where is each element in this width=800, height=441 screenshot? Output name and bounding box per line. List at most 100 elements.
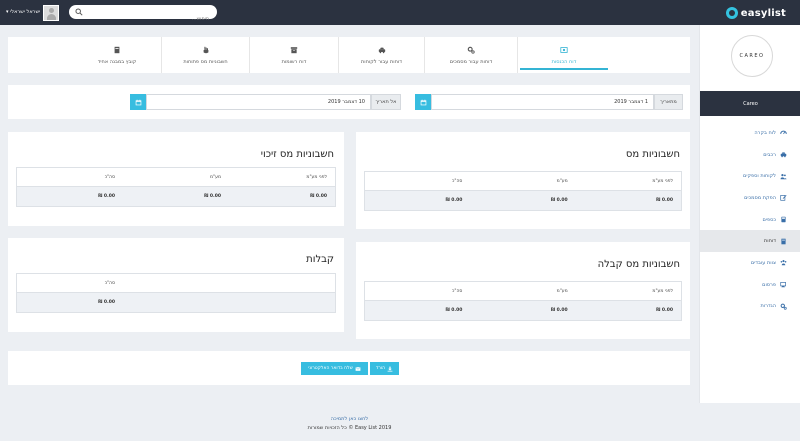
user-menu[interactable]: ישראל ישראלי ▾	[6, 9, 40, 15]
company-logo-text: CAREO	[739, 53, 765, 59]
send-email-button[interactable]: שלח בדואר האלקטרוני	[301, 362, 368, 375]
table-cell: 0.00 ₪	[445, 308, 463, 313]
sidebar-item-settings[interactable]: הגדרות	[700, 296, 800, 318]
to-date-calendar-button[interactable]	[130, 94, 146, 110]
panel-title: חשבוניות מס קבלה	[597, 259, 680, 270]
cogs-icon	[467, 46, 475, 54]
company-logo: CAREO	[731, 35, 773, 77]
sidebar-item-label: רכבים	[763, 151, 776, 158]
credit-invoices-panel: חשבוניות מס זיכוי לפני מע"מ מע"מ סה"כ 0.…	[8, 132, 344, 226]
download-icon	[387, 366, 393, 372]
tab-label: דוחות עבור לקוחות	[360, 58, 403, 65]
column-header: סה"כ	[104, 174, 115, 180]
column-header: מע"מ	[556, 178, 568, 184]
user-name: ישראל ישראלי	[10, 9, 41, 15]
sidebar-nav: לוח בקרה רכבים לקוחות וספקים הפקת מסמכים…	[700, 122, 800, 317]
logo-mark-icon	[725, 7, 738, 19]
car-icon	[378, 47, 385, 53]
table-row: 0.00 ₪	[17, 293, 335, 312]
panel-title: קבלות	[306, 254, 334, 265]
from-date-input[interactable]: 1 דצמבר 2019	[431, 94, 654, 110]
column-header: לפני מע"מ	[652, 178, 673, 184]
table-cell: 0.00 ₪	[656, 198, 673, 203]
sidebar-item-label: כספים	[762, 216, 776, 223]
users-icon	[780, 173, 787, 180]
table-header: לפני מע"מ מע"מ סה"כ	[365, 282, 681, 301]
cogs-icon	[780, 303, 787, 310]
sidebar: CAREO Careo לוח בקרה רכבים לקוחות וספקים…	[699, 25, 800, 403]
sidebar-item-documents[interactable]: הפקת מסמכים	[700, 187, 800, 209]
to-date-group: אל תאריך 10 דצמבר 2019	[130, 94, 401, 110]
table-cell: 0.00 ₪	[204, 194, 221, 199]
actions-bar: הורד שלח בדואר האלקטרוני	[8, 351, 690, 385]
tax-invoices-table: לפני מע"מ מע"מ סה"כ 0.00 ₪ 0.00 ₪ 0.00 ₪	[364, 171, 682, 211]
sidebar-item-label: הגדרות	[760, 303, 776, 310]
column-header: סה"כ	[452, 288, 463, 294]
tab-label: דוח הכנסות	[551, 58, 577, 65]
calendar-icon	[135, 99, 141, 105]
sidebar-item-reports[interactable]: דוחות	[700, 230, 800, 253]
column-header: לפני מע"מ	[652, 288, 673, 294]
search-icon[interactable]	[75, 8, 83, 16]
table-row: 0.00 ₪ 0.00 ₪ 0.00 ₪	[17, 187, 335, 206]
tax-receipt-invoices-table: לפני מע"מ מע"מ סה"כ 0.00 ₪ 0.00 ₪ 0.00 ₪	[364, 281, 682, 321]
broadcast-icon	[780, 282, 786, 288]
table-row: 0.00 ₪ 0.00 ₪ 0.00 ₪	[365, 301, 681, 320]
sidebar-item-label: הפקת מסמכים	[744, 194, 776, 201]
credit-invoices-table: לפני מע"מ מע"מ סה"כ 0.00 ₪ 0.00 ₪ 0.00 ₪	[16, 167, 336, 207]
book-icon	[114, 46, 120, 53]
table-cell: 0.00 ₪	[310, 194, 327, 199]
car-icon	[780, 152, 787, 158]
table-cell: 0.00 ₪	[550, 198, 568, 203]
panel-title: חשבוניות מס	[625, 149, 680, 160]
receipts-panel: קבלות סה"כ 0.00 ₪	[8, 238, 344, 332]
tab-label: חשבוניות מס פתוחות	[183, 58, 228, 65]
user-avatar[interactable]	[43, 5, 59, 21]
copyright-text: כל הזכויות שמורות © Easy List 2019	[307, 425, 392, 431]
table-header: לפני מע"מ מע"מ סה"כ	[17, 168, 335, 187]
tab-open-tax-invoices[interactable]: חשבוניות מס פתוחות	[161, 37, 249, 73]
company-name: Careo	[743, 100, 758, 107]
sidebar-item-label: לוח בקרה	[754, 129, 776, 136]
tab-income-report[interactable]: דוח הכנסות	[517, 37, 610, 73]
send-email-label: שלח בדואר האלקטרוני	[308, 366, 353, 371]
sidebar-item-advertising[interactable]: פרסום	[700, 274, 800, 296]
tax-invoices-panel: חשבוניות מס לפני מע"מ מע"מ סה"כ 0.00 ₪ 0…	[356, 132, 690, 229]
tab-document-reports[interactable]: דוחות עבור מסמכים	[424, 37, 517, 73]
tab-records-report[interactable]: דוח רשומות	[249, 37, 338, 73]
receipts-table: סה"כ 0.00 ₪	[16, 273, 336, 313]
table-cell: 0.00 ₪	[98, 300, 115, 305]
sidebar-item-customers[interactable]: לקוחות וספקים	[700, 165, 800, 187]
sidebar-item-label: צוות עובדים	[750, 259, 776, 266]
column-header: לפני מע"מ	[306, 174, 327, 180]
report-tabs: דוח הכנסות דוחות עבור מסמכים דוחות עבור …	[8, 37, 690, 73]
to-date-input[interactable]: 10 דצמבר 2019	[146, 94, 371, 110]
sidebar-item-finance[interactable]: כספים	[700, 209, 800, 231]
tab-uniform-file[interactable]: קובץ במבנה אחיד	[73, 37, 161, 73]
download-label: הורד	[375, 366, 386, 371]
sidebar-item-vehicles[interactable]: רכבים	[700, 144, 800, 166]
sidebar-item-dashboard[interactable]: לוח בקרה	[700, 122, 800, 144]
table-cell: 0.00 ₪	[445, 198, 463, 203]
envelope-icon	[355, 366, 361, 371]
archive-icon	[290, 46, 298, 53]
download-button[interactable]: הורד	[370, 362, 399, 375]
tab-customer-reports[interactable]: דוחות עבור לקוחות	[338, 37, 424, 73]
to-date-label: אל תאריך	[371, 94, 401, 110]
table-cell: 0.00 ₪	[98, 194, 115, 199]
search-input[interactable]	[87, 12, 217, 26]
app-logo[interactable]: easylist	[725, 6, 786, 20]
table-row: 0.00 ₪ 0.00 ₪ 0.00 ₪	[365, 191, 681, 210]
column-header: סה"כ	[104, 280, 115, 286]
support-link[interactable]: לחצו כאן לתמיכה	[0, 416, 699, 422]
table-header: לפני מע"מ מע"מ סה"כ	[365, 172, 681, 191]
calendar-icon	[420, 99, 426, 105]
from-date-label: מתאריך	[654, 94, 683, 110]
money-icon	[560, 46, 568, 53]
top-bar: easylist ישראל ישראלי ▾	[0, 0, 800, 26]
search-box[interactable]	[69, 5, 217, 26]
sidebar-item-team[interactable]: צוות עובדים	[700, 252, 800, 274]
column-header: מע"מ	[556, 288, 568, 294]
book-icon	[781, 238, 786, 245]
from-date-calendar-button[interactable]	[415, 94, 431, 110]
